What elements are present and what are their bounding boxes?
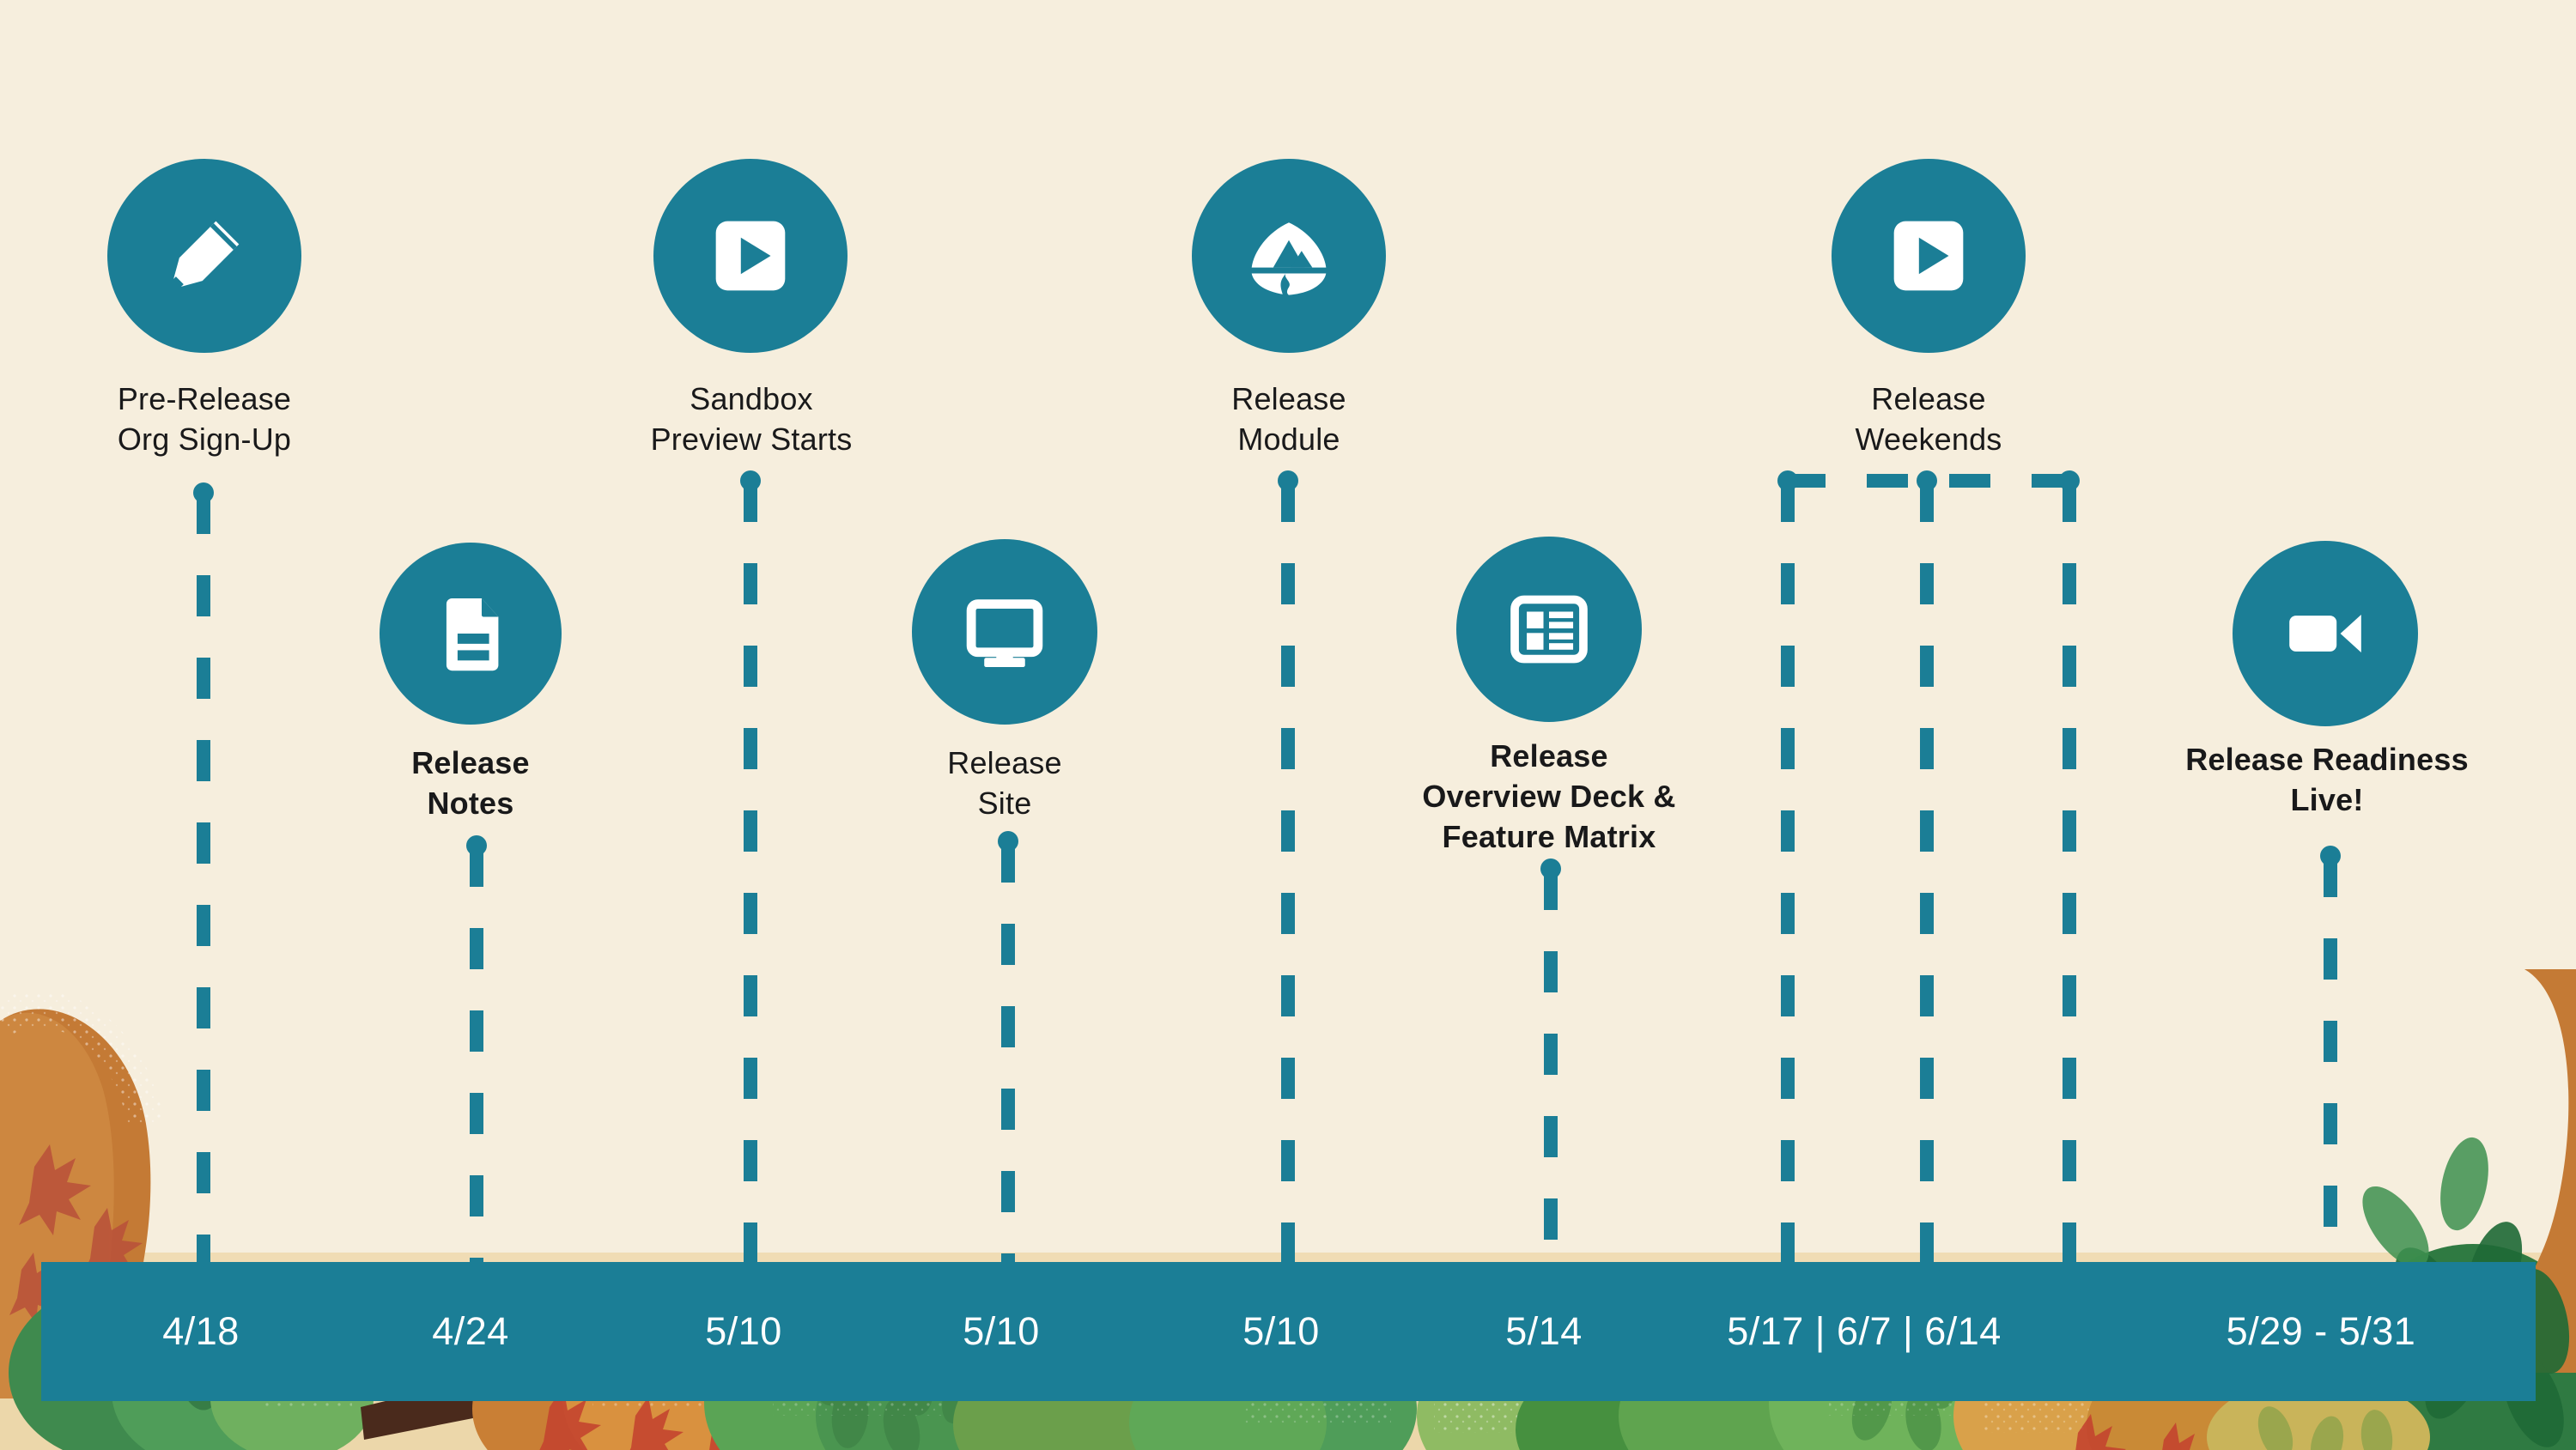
connector-line-release-notes — [470, 846, 483, 1277]
connector-line-release-weekends-right — [2063, 481, 2076, 1277]
feature-matrix-icon — [1503, 583, 1595, 676]
date-cell-release-site: 5/10 — [963, 1309, 1040, 1353]
milestone-icon-circle-release-notes[interactable] — [380, 543, 562, 725]
connector-line-release-module — [1281, 481, 1295, 1277]
connector-line-release-site — [1001, 841, 1015, 1277]
connector-line-release-weekends-left — [1781, 481, 1795, 1277]
document-icon — [424, 587, 517, 680]
connector-line-release-weekends-center — [1920, 481, 1934, 1277]
connector-line-sandbox-preview-starts — [744, 481, 757, 1277]
play-button-icon — [702, 208, 799, 304]
video-camera-icon — [2278, 586, 2372, 681]
milestone-label-release-overview-deck-feature-matrix: Release Overview Deck & Feature Matrix — [1422, 738, 1676, 854]
date-cell-release-module: 5/10 — [1242, 1309, 1320, 1353]
milestone-icon-circle-release-overview-deck[interactable] — [1456, 537, 1642, 722]
milestone-icon-circle-release-weekends[interactable] — [1832, 159, 2026, 353]
date-cell-pre-release-org-sign-up: 4/18 — [162, 1309, 240, 1353]
milestone-icon-circle-sandbox-preview-starts[interactable] — [653, 159, 848, 353]
milestone-label-sandbox-preview-starts: Sandbox Preview Starts — [650, 381, 853, 457]
date-cell-release-notes: 4/24 — [432, 1309, 509, 1353]
milestone-icon-circle-release-site[interactable] — [912, 539, 1097, 725]
milestone-label-pre-release-org-sign-up: Pre-Release Org Sign-Up — [117, 381, 292, 457]
trailhead-mountain-icon — [1240, 207, 1338, 305]
date-cell-release-weekends: 5/17 | 6/7 | 6/14 — [1727, 1309, 2002, 1353]
play-button-icon — [1880, 208, 1977, 304]
timeline-date-bar: 4/18 4/24 5/10 5/10 5/10 5/14 5/17 | 6/7… — [41, 1262, 2536, 1401]
milestone-icon-circle-pre-release-org-sign-up[interactable] — [107, 159, 301, 353]
milestone-label-release-weekends: Release Weekends — [1855, 381, 2002, 457]
milestone-label-release-notes: Release Notes — [411, 745, 530, 821]
milestone-icon-circle-release-readiness-live[interactable] — [2233, 541, 2418, 726]
milestone-label-release-site: Release Site — [947, 745, 1062, 821]
date-cell-release-readiness-live: 5/29 - 5/31 — [2226, 1309, 2416, 1353]
connector-line-release-overview-deck — [1544, 869, 1558, 1277]
milestone-label-release-module: Release Module — [1231, 381, 1346, 457]
monitor-icon — [958, 585, 1051, 678]
timeline-infographic: Pre-Release Org Sign-Up Release Notes Sa… — [0, 0, 2576, 1450]
date-cell-sandbox-preview-starts: 5/10 — [705, 1309, 782, 1353]
connector-line-release-readiness-live — [2324, 856, 2337, 1277]
milestone-icon-circle-release-module[interactable] — [1192, 159, 1386, 353]
milestone-label-release-readiness-live: Release Readiness Live! — [2185, 742, 2469, 817]
connector-line-pre-release-org-sign-up — [197, 493, 210, 1277]
pencil-icon — [156, 208, 252, 304]
